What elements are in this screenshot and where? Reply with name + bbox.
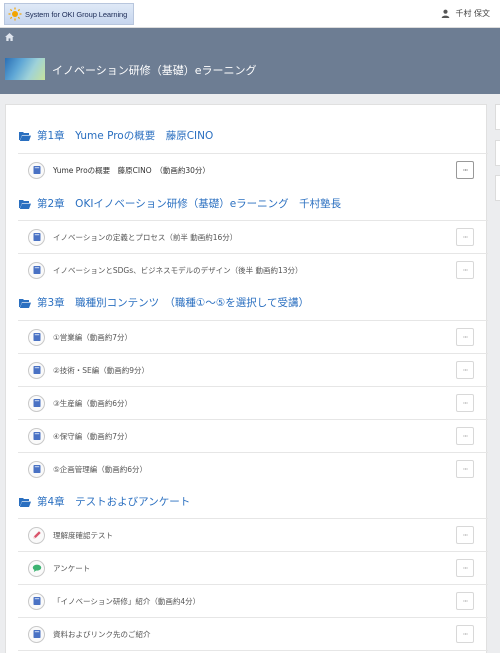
chapter-title: 第4章 テストおよびアンケート bbox=[37, 496, 191, 508]
list-item-label[interactable]: イノベーションの定義とプロセス（前半 動画約16分） bbox=[53, 232, 237, 243]
list-item-label[interactable]: Yume Proの概要 藤原CINO （動画約30分） bbox=[53, 165, 210, 176]
side-tab[interactable] bbox=[495, 175, 500, 201]
chapter-header[interactable]: 第2章 OKIイノベーション研修（基礎）eラーニング 千村塾長 bbox=[19, 196, 341, 211]
more-button[interactable]: ··· bbox=[456, 161, 474, 179]
chapter-header[interactable]: 第4章 テストおよびアンケート bbox=[19, 494, 190, 509]
list-item[interactable]: Yume Proの概要 藤原CINO （動画約30分） ··· bbox=[18, 153, 488, 186]
list-item[interactable]: イノベーションの定義とプロセス（前半 動画約16分） ··· bbox=[18, 220, 488, 253]
list-item-label[interactable]: 理解度確認テスト bbox=[53, 530, 113, 541]
list-item[interactable]: ②技術・SE編（動画約9分） ··· bbox=[18, 353, 488, 386]
top-bar: System for OKI Group Learning 千村 保文 bbox=[0, 0, 500, 28]
list-item-label[interactable]: ③生産編（動画約6分） bbox=[53, 398, 132, 409]
book-icon bbox=[28, 328, 45, 346]
more-button[interactable]: ··· bbox=[456, 328, 474, 346]
book-icon bbox=[28, 625, 45, 643]
chapter-title: 第2章 OKIイノベーション研修（基礎）eラーニング 千村塾長 bbox=[37, 198, 342, 210]
list-item-label[interactable]: イノベーションとSDGs、ビジネスモデルのデザイン（後半 動画約13分） bbox=[53, 265, 303, 276]
more-button[interactable]: ··· bbox=[456, 559, 474, 577]
chapter-header[interactable]: 第1章 Yume Proの概要 藤原CINO bbox=[19, 128, 213, 143]
user-icon bbox=[442, 9, 450, 18]
list-item-label[interactable]: ⑤企画管理編（動画約6分） bbox=[53, 464, 147, 475]
list-item[interactable]: ⑤企画管理編（動画約6分） ··· bbox=[18, 452, 488, 485]
more-button[interactable]: ··· bbox=[456, 228, 474, 246]
folder-open-icon bbox=[19, 497, 31, 507]
book-icon bbox=[28, 161, 45, 179]
logo-text: System for OKI Group Learning bbox=[25, 9, 128, 19]
chat-icon bbox=[28, 559, 45, 577]
list-item[interactable]: 「イノベーション研修」紹介（動画約4分） ··· bbox=[18, 584, 488, 617]
user-name: 千村 保文 bbox=[455, 9, 490, 18]
more-button[interactable]: ··· bbox=[456, 460, 474, 478]
book-icon bbox=[28, 228, 45, 246]
chapter-title: 第1章 Yume Proの概要 藤原CINO bbox=[37, 130, 214, 142]
more-button[interactable]: ··· bbox=[456, 625, 474, 643]
more-button[interactable]: ··· bbox=[456, 394, 474, 412]
list-item-label[interactable]: ④保守編（動画約7分） bbox=[53, 431, 132, 442]
book-icon bbox=[28, 394, 45, 412]
more-button[interactable]: ··· bbox=[456, 526, 474, 544]
chapter-title: 第3章 職種別コンテンツ （職種①～⑤を選択して受講） bbox=[37, 297, 309, 309]
book-icon bbox=[28, 460, 45, 478]
course-title: イノベーション研修（基礎）eラーニング bbox=[52, 64, 257, 77]
pencil-icon bbox=[28, 526, 45, 544]
book-icon bbox=[28, 427, 45, 445]
folder-open-icon bbox=[19, 199, 31, 209]
list-item[interactable]: アンケート ··· bbox=[18, 551, 488, 584]
more-button[interactable]: ··· bbox=[456, 592, 474, 610]
home-icon[interactable] bbox=[5, 33, 14, 41]
chapter-header[interactable]: 第3章 職種別コンテンツ （職種①～⑤を選択して受講） bbox=[19, 295, 309, 310]
book-icon bbox=[28, 361, 45, 379]
list-item[interactable]: 理解度確認テスト ··· bbox=[18, 518, 488, 551]
list-item-label[interactable]: 「イノベーション研修」紹介（動画約4分） bbox=[53, 596, 200, 607]
user-menu[interactable]: 千村 保文 bbox=[441, 8, 490, 19]
site-logo[interactable]: System for OKI Group Learning bbox=[4, 3, 134, 25]
book-icon bbox=[28, 261, 45, 279]
folder-open-icon bbox=[19, 131, 31, 141]
list-item-label[interactable]: アンケート bbox=[53, 563, 90, 574]
list-item-label[interactable]: ①営業編（動画約7分） bbox=[53, 332, 132, 343]
course-header: イノベーション研修（基礎）eラーニング bbox=[0, 28, 500, 94]
side-tab[interactable] bbox=[495, 140, 500, 166]
list-item[interactable]: ④保守編（動画約7分） ··· bbox=[18, 419, 488, 452]
course-content-panel: 第1章 Yume Proの概要 藤原CINO Yume Proの概要 藤原CIN… bbox=[5, 104, 488, 653]
folder-open-icon bbox=[19, 298, 31, 308]
list-item[interactable]: ①営業編（動画約7分） ··· bbox=[18, 320, 488, 353]
more-button[interactable]: ··· bbox=[456, 427, 474, 445]
more-button[interactable]: ··· bbox=[456, 361, 474, 379]
course-thumbnail bbox=[5, 58, 45, 80]
list-item-label[interactable]: 資料およびリンク先のご紹介 bbox=[53, 629, 151, 640]
list-item[interactable]: イノベーションとSDGs、ビジネスモデルのデザイン（後半 動画約13分） ··· bbox=[18, 253, 488, 286]
sun-logo-icon bbox=[8, 7, 22, 21]
side-tab[interactable] bbox=[495, 104, 500, 130]
more-button[interactable]: ··· bbox=[456, 261, 474, 279]
list-item-label[interactable]: ②技術・SE編（動画約9分） bbox=[53, 365, 149, 376]
list-item[interactable]: ③生産編（動画約6分） ··· bbox=[18, 386, 488, 419]
book-icon bbox=[28, 592, 45, 610]
list-item[interactable]: 資料およびリンク先のご紹介 ··· bbox=[18, 617, 488, 650]
